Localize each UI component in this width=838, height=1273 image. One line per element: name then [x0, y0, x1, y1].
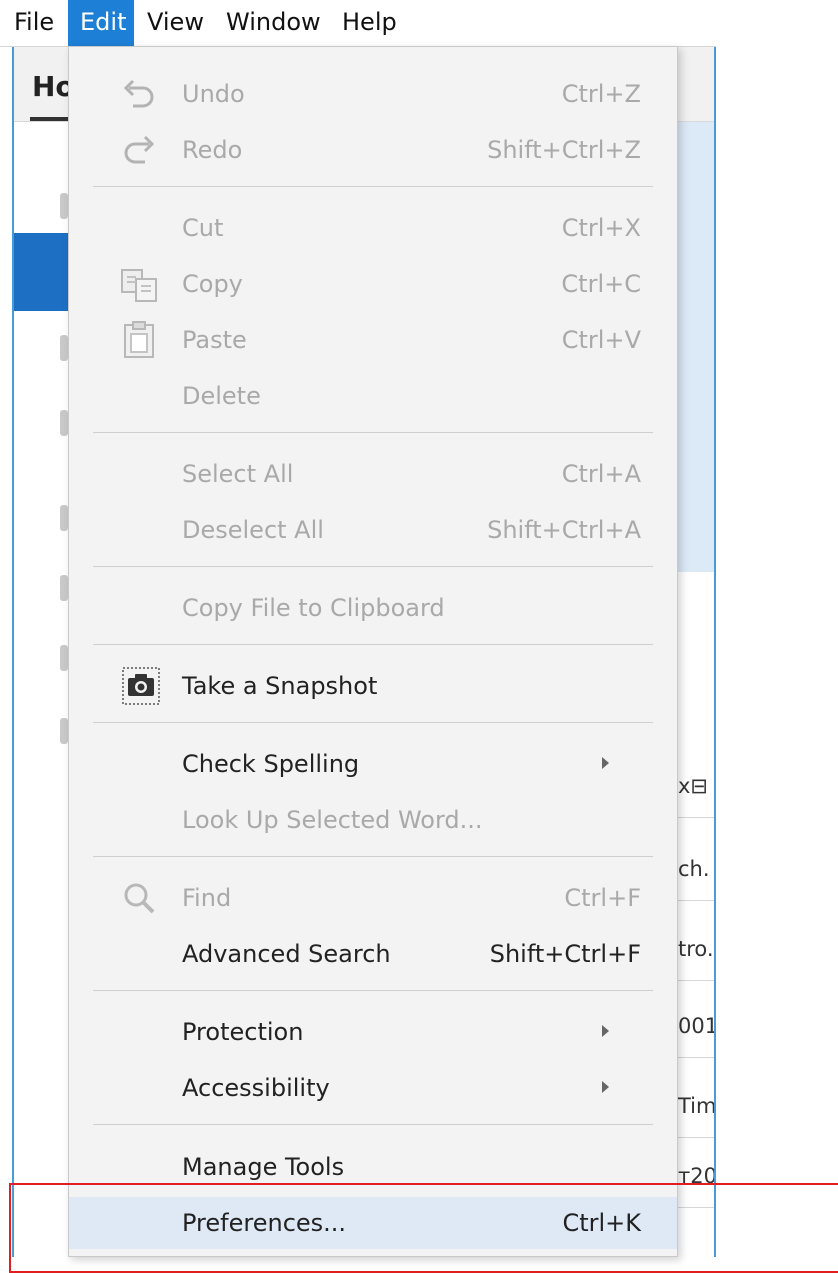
undo-label: Undo — [182, 80, 245, 108]
copy-file-label: Copy File to Clipboard — [182, 594, 445, 622]
menu-item-copy-file-to-clipboard[interactable]: Copy File to Clipboard — [69, 582, 677, 634]
paste-shortcut: Ctrl+V — [561, 326, 641, 354]
menu-item-check-spelling[interactable]: Check Spelling — [69, 738, 677, 790]
menu-edit[interactable]: Edit — [68, 0, 134, 46]
menu-item-cut[interactable]: Cut Ctrl+X — [69, 202, 677, 254]
menu-separator — [93, 990, 653, 991]
find-label: Find — [182, 884, 232, 912]
search-icon — [124, 883, 155, 914]
protection-label: Protection — [182, 1018, 304, 1046]
menu-item-protection[interactable]: Protection — [69, 1006, 677, 1058]
snapshot-label: Take a Snapshot — [182, 672, 378, 700]
undo-shortcut: Ctrl+Z — [561, 80, 641, 108]
left-item-marker — [60, 505, 68, 531]
copy-icon — [121, 269, 157, 302]
look-up-label: Look Up Selected Word... — [182, 806, 483, 834]
select-all-shortcut: Ctrl+A — [561, 460, 641, 488]
menu-item-look-up-selected-word[interactable]: Look Up Selected Word... — [69, 794, 677, 846]
menu-item-select-all[interactable]: Select All Ctrl+A — [69, 448, 677, 500]
redo-label: Redo — [182, 136, 243, 164]
menu-separator — [93, 856, 653, 857]
menu-item-find[interactable]: Find Ctrl+F — [69, 872, 677, 924]
left-item-marker — [60, 718, 68, 744]
menu-item-deselect-all[interactable]: Deselect All Shift+Ctrl+A — [69, 504, 677, 556]
file-row-fragment[interactable]: x⊟ — [678, 755, 714, 818]
deselect-all-shortcut: Shift+Ctrl+A — [487, 516, 641, 544]
advanced-search-label: Advanced Search — [182, 940, 391, 968]
home-tab-underline — [30, 117, 70, 121]
menu-separator — [93, 186, 653, 187]
menu-separator — [93, 566, 653, 567]
menu-file[interactable]: File — [14, 0, 64, 46]
menu-window[interactable]: Window — [226, 0, 321, 46]
menu-item-advanced-search[interactable]: Advanced Search Shift+Ctrl+F — [69, 928, 677, 980]
menu-separator — [93, 1124, 653, 1125]
redo-icon — [124, 135, 155, 164]
accessibility-label: Accessibility — [182, 1074, 330, 1102]
edit-menu-dropdown: Undo Ctrl+Z Redo Shift+Ctrl+Z Cut Ctrl+X… — [68, 46, 678, 1257]
menu-item-paste[interactable]: Paste Ctrl+V — [69, 314, 677, 366]
undo-icon — [123, 79, 154, 108]
file-row-fragment[interactable]: Tim — [678, 1075, 714, 1138]
menu-separator — [93, 722, 653, 723]
deselect-all-label: Deselect All — [182, 516, 324, 544]
select-all-label: Select All — [182, 460, 294, 488]
submenu-arrow-icon — [602, 757, 609, 769]
redo-shortcut: Shift+Ctrl+Z — [487, 136, 641, 164]
find-shortcut: Ctrl+F — [564, 884, 641, 912]
file-row-fragment[interactable]: ch. — [678, 838, 714, 901]
paste-icon — [124, 321, 154, 358]
menu-separator — [93, 644, 653, 645]
delete-label: Delete — [182, 382, 261, 410]
menu-item-copy[interactable]: Copy Ctrl+C — [69, 258, 677, 310]
camera-icon — [122, 667, 160, 705]
menu-item-take-snapshot[interactable]: Take a Snapshot — [69, 660, 677, 712]
menu-item-delete[interactable]: Delete — [69, 370, 677, 422]
left-item-marker — [60, 335, 68, 361]
check-spelling-label: Check Spelling — [182, 750, 360, 778]
right-selected-panel — [678, 122, 714, 572]
file-row-fragment[interactable]: 001 — [678, 995, 714, 1058]
left-item-marker — [60, 645, 68, 671]
menu-item-accessibility[interactable]: Accessibility — [69, 1062, 677, 1114]
menu-bar: File Edit View Window Help — [0, 0, 716, 47]
copy-shortcut: Ctrl+C — [561, 270, 641, 298]
menu-item-undo[interactable]: Undo Ctrl+Z — [69, 68, 677, 120]
file-row-fragment[interactable]: tro. — [678, 918, 714, 981]
highlight-annotation-box — [9, 1183, 838, 1273]
left-item-marker — [60, 193, 68, 219]
submenu-arrow-icon — [602, 1081, 609, 1093]
submenu-arrow-icon — [602, 1025, 609, 1037]
left-item-marker — [60, 575, 68, 601]
cut-label: Cut — [182, 214, 224, 242]
copy-label: Copy — [182, 270, 243, 298]
cut-shortcut: Ctrl+X — [561, 214, 641, 242]
left-item-marker — [60, 410, 68, 436]
menu-separator — [93, 432, 653, 433]
menu-view[interactable]: View — [147, 0, 204, 46]
paste-label: Paste — [182, 326, 247, 354]
menu-item-redo[interactable]: Redo Shift+Ctrl+Z — [69, 124, 677, 176]
advanced-search-shortcut: Shift+Ctrl+F — [489, 940, 641, 968]
menu-help[interactable]: Help — [342, 0, 397, 46]
left-selected-item[interactable] — [14, 233, 68, 311]
